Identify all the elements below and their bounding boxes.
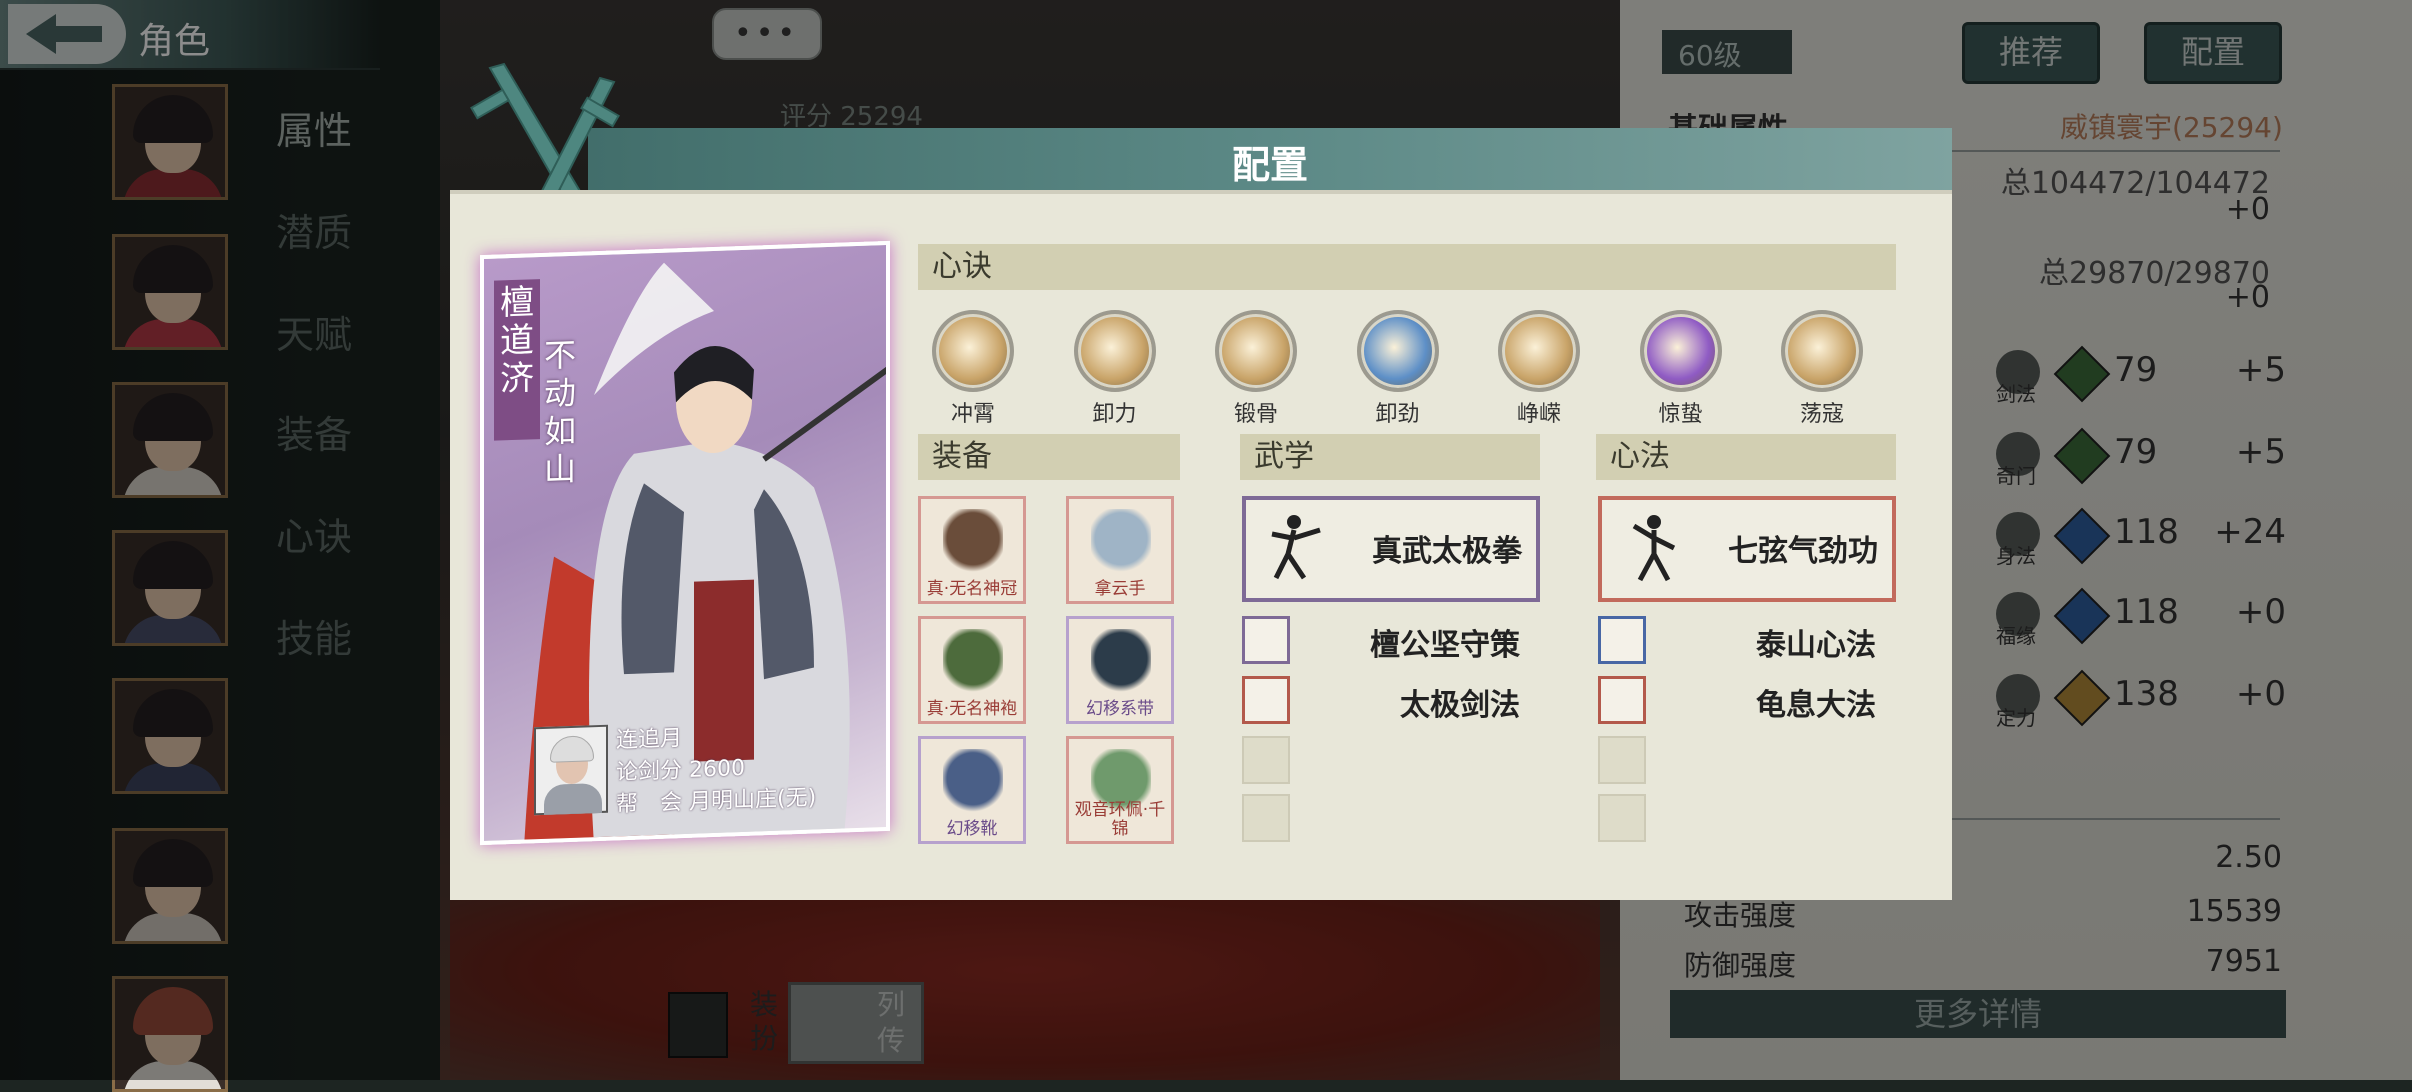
xinjue-orb-label: 卸劲 <box>1375 402 1420 427</box>
xinjue-orb-label: 冲霄 <box>950 402 995 427</box>
owner-avatar <box>534 724 608 816</box>
modal-body: 檀道济 不动如山 连追月 论剑分 2600 帮 会 月明山庄(无) 心诀 冲霄 卸… <box>450 190 1952 900</box>
modal-header: 配置 <box>588 128 1952 190</box>
xinjue-orb-icon[interactable] <box>1356 310 1439 392</box>
modal-title: 配置 <box>1231 142 1308 187</box>
turtle-breath-skill-icon[interactable] <box>1598 676 1646 724</box>
empty-skill-slot[interactable] <box>1242 794 1290 842</box>
xinjue-orb-icon[interactable] <box>1073 310 1156 392</box>
xinjue-orb-label: 荡寇 <box>1799 402 1844 427</box>
character-card: 檀道济 不动如山 连追月 论剑分 2600 帮 会 月明山庄(无) <box>480 240 890 846</box>
empty-skill-slot[interactable] <box>1598 736 1646 784</box>
xinjue-orb-label: 惊蛰 <box>1658 402 1703 427</box>
equipment-slot[interactable]: 真·无名神袍 <box>918 616 1026 724</box>
equipment-name: 幻移系带 <box>1086 699 1154 719</box>
xinjue-orb-label: 锻骨 <box>1233 402 1278 427</box>
meditation-skill-icon[interactable] <box>1598 616 1646 664</box>
config-modal: 配置 檀道济 不动如山 连追月 论剑分 2600 帮 会 月明山庄(无) 心诀 … <box>450 62 1952 900</box>
martial-pose-icon <box>1271 515 1321 580</box>
empty-skill-slot[interactable] <box>1598 794 1646 842</box>
equipment-slot[interactable]: 观音环佩·千锦 <box>1066 736 1174 844</box>
sword-skill-icon[interactable] <box>1242 676 1290 724</box>
owner-score: 论剑分 2600 <box>616 755 745 786</box>
equipment-name: 幻移靴 <box>946 819 998 839</box>
equipment-slot[interactable]: 幻移系带 <box>1066 616 1174 724</box>
xinfa-header: 心法 <box>1596 434 1896 480</box>
wuxue-sub-skill: 檀公坚守策 <box>1370 628 1520 663</box>
xinjue-orb-icon[interactable] <box>1639 310 1722 392</box>
equipment-item-icon <box>943 749 1003 815</box>
equipment-name: 真·无名神冠 <box>926 579 1018 599</box>
scroll-skill-icon[interactable] <box>1242 616 1290 664</box>
xinfa-main-skill[interactable]: 七弦气劲功 <box>1598 496 1896 602</box>
wuxue-main-skill[interactable]: 真武太极拳 <box>1242 496 1540 602</box>
equipment-item-icon <box>943 629 1003 695</box>
hero-motto: 不动如山 <box>543 335 576 489</box>
equipment-item-icon <box>1091 629 1151 695</box>
owner-name: 连追月 <box>616 726 683 754</box>
equipment-slot[interactable]: 幻移靴 <box>918 736 1026 844</box>
equipment-name: 真·无名神袍 <box>926 699 1018 719</box>
xinjue-orb-label: 卸力 <box>1092 402 1137 427</box>
equipment-slot[interactable]: 拿云手 <box>1066 496 1174 604</box>
xinfa-sub-skill: 龟息大法 <box>1756 688 1876 723</box>
wuxue-header: 武学 <box>1240 434 1540 480</box>
xinjue-orb-icon[interactable] <box>1498 310 1580 392</box>
xinjue-orb-icon[interactable] <box>1781 310 1863 392</box>
equipment-name: 拿云手 <box>1094 579 1146 599</box>
inner-power-pose-icon <box>1632 515 1676 582</box>
equipment-item-icon <box>943 509 1003 575</box>
xinfa-sub-skill: 泰山心法 <box>1756 628 1876 663</box>
equipment-slot[interactable]: 真·无名神冠 <box>918 496 1026 604</box>
xinjue-orb-label: 峥嵘 <box>1516 402 1561 427</box>
hero-name: 檀道济 <box>494 279 540 441</box>
xinjue-header: 心诀 <box>918 244 1896 290</box>
xinjue-orb-icon[interactable] <box>1215 310 1297 392</box>
xinjue-orb-icon[interactable] <box>932 310 1014 392</box>
wuxue-sub-skill: 太极剑法 <box>1400 688 1520 723</box>
equipment-name: 观音环佩·千锦 <box>1074 800 1166 839</box>
empty-skill-slot[interactable] <box>1242 736 1290 784</box>
equipment-header: 装备 <box>918 434 1180 480</box>
equipment-item-icon <box>1091 509 1151 575</box>
